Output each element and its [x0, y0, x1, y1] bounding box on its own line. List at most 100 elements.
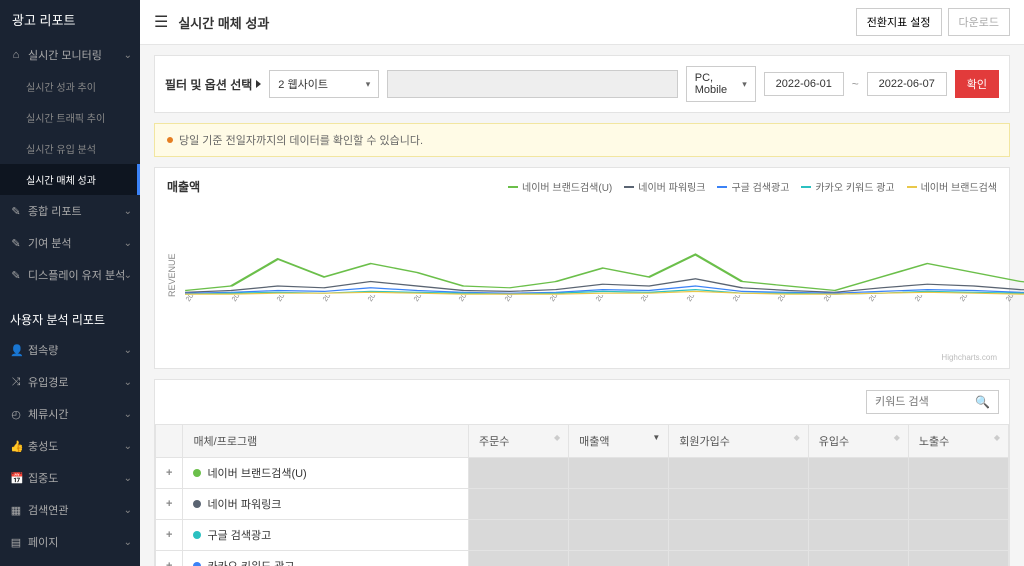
data-cell: [569, 489, 669, 520]
keyword-search: 🔍: [866, 390, 999, 414]
site-select[interactable]: 2 웹사이트: [269, 70, 379, 98]
chart-title: 매출액: [167, 178, 200, 195]
sidebar-item-visits[interactable]: 👤접속량: [0, 334, 140, 366]
media-name-cell: 네이버 브랜드검색(U): [183, 458, 469, 489]
table-header[interactable]: 매체/프로그램: [183, 425, 469, 458]
sidebar-item-realtime-perf-trend[interactable]: 실시간 성과 추이: [0, 71, 140, 102]
data-cell: [669, 489, 809, 520]
data-cell: [569, 551, 669, 566]
table-header[interactable]: 유입수: [808, 425, 908, 458]
data-cell: [669, 458, 809, 489]
conversion-settings-button[interactable]: 전환지표 설정: [856, 8, 942, 36]
page-title: 실시간 매체 성과: [178, 13, 269, 32]
data-cell: [908, 489, 1008, 520]
thumbsup-icon: 👍: [10, 440, 22, 453]
pencil-icon: ✎: [10, 269, 22, 282]
notice-banner: 당일 기준 전일자까지의 데이터를 확인할 수 있습니다.: [154, 123, 1010, 157]
media-name-cell: 네이버 파워링크: [183, 489, 469, 520]
data-cell: [469, 520, 569, 551]
sidebar-item-realtime-monitoring[interactable]: ⌂ 실시간 모니터링: [0, 39, 140, 71]
device-select[interactable]: PC, Mobile: [686, 66, 756, 102]
sidebar-item-label: 실시간 모니터링: [28, 47, 102, 63]
chart-plot[interactable]: 2022-06-01 002022-06-01 032022-06-01 062…: [185, 205, 1024, 345]
sidebar-item-realtime-traffic-trend[interactable]: 실시간 트래픽 추이: [0, 102, 140, 133]
table-row: +네이버 브랜드검색(U): [156, 458, 1009, 489]
data-cell: [808, 551, 908, 566]
sidebar-item-search-related[interactable]: ▦검색연관: [0, 494, 140, 526]
table-row: +구글 검색광고: [156, 520, 1009, 551]
search-icon[interactable]: 🔍: [967, 391, 998, 413]
table-row: +네이버 파워링크: [156, 489, 1009, 520]
color-dot-icon: [193, 531, 201, 539]
data-cell: [469, 458, 569, 489]
home-icon: ⌂: [10, 49, 22, 61]
page-icon: ▤: [10, 536, 22, 549]
pencil-icon: ✎: [10, 205, 22, 218]
color-dot-icon: [193, 500, 201, 508]
table-header[interactable]: 회원가입수: [669, 425, 809, 458]
sidebar-item-attribution[interactable]: ✎ 기여 분석: [0, 227, 140, 259]
sidebar-item-realtime-media-perf[interactable]: 실시간 매체 성과: [0, 164, 140, 195]
data-cell: [908, 458, 1008, 489]
date-from[interactable]: 2022-06-01: [764, 72, 844, 96]
table-header[interactable]: 매출액: [569, 425, 669, 458]
data-cell: [908, 551, 1008, 566]
data-cell: [908, 520, 1008, 551]
filter-extra-select[interactable]: [387, 70, 677, 98]
filter-label: 필터 및 옵션 선택: [165, 76, 261, 93]
sidebar-item-page[interactable]: ▤페이지: [0, 526, 140, 558]
data-cell: [808, 458, 908, 489]
data-cell: [808, 489, 908, 520]
sidebar-item-loyalty[interactable]: 👍충성도: [0, 430, 140, 462]
sidebar-title: 광고 리포트: [0, 0, 140, 39]
color-dot-icon: [193, 469, 201, 477]
table-panel: 🔍 매체/프로그램주문수매출액회원가입수유입수노출수 +네이버 브랜드검색(U)…: [154, 379, 1010, 566]
chart-xaxis-title: DAY: [185, 335, 1024, 345]
chart-panel: 매출액 네이버 브랜드검색(U) 네이버 파워링크 구글 검색광고 카카오 키워드 광…: [154, 167, 1010, 369]
data-cell: [808, 520, 908, 551]
sidebar-item-display-user[interactable]: ✎ 디스플레이 유저 분석: [0, 259, 140, 291]
data-cell: [469, 551, 569, 566]
legend-item[interactable]: 네이버 브랜드검색(U): [508, 179, 612, 194]
sidebar-item-product[interactable]: △상품: [0, 558, 140, 566]
data-cell: [469, 489, 569, 520]
sidebar-item-referrer[interactable]: ⤨유입경로: [0, 366, 140, 398]
media-name-cell: 구글 검색광고: [183, 520, 469, 551]
chart-credit: Highcharts.com: [155, 353, 1009, 368]
sidebar-item-concentration[interactable]: 📅집중도: [0, 462, 140, 494]
download-button[interactable]: 다운로드: [948, 8, 1010, 36]
grid-icon: ▦: [10, 504, 22, 517]
data-cell: [669, 520, 809, 551]
expand-button[interactable]: +: [156, 458, 183, 489]
chart-yaxis-label: REVENUE: [167, 205, 177, 345]
sidebar-item-realtime-inflow[interactable]: 실시간 유입 분석: [0, 133, 140, 164]
sidebar-item-dwell-time[interactable]: ◴체류시간: [0, 398, 140, 430]
hamburger-icon[interactable]: ☰: [154, 12, 168, 32]
filter-bar: 필터 및 옵션 선택 2 웹사이트 PC, Mobile 2022-06-01 …: [154, 55, 1010, 113]
legend-item[interactable]: 네이버 브랜드검색: [907, 179, 997, 194]
date-separator: ~: [852, 77, 859, 91]
media-name-cell: 카카오 키워드 광고: [183, 551, 469, 566]
legend-item[interactable]: 구글 검색광고: [717, 179, 789, 194]
legend-item[interactable]: 네이버 파워링크: [624, 179, 705, 194]
date-to[interactable]: 2022-06-07: [867, 72, 947, 96]
expand-button[interactable]: +: [156, 551, 183, 566]
sidebar-item-summary-report[interactable]: ✎ 종합 리포트: [0, 195, 140, 227]
expand-button[interactable]: +: [156, 520, 183, 551]
topbar: ☰ 실시간 매체 성과 전환지표 설정 다운로드: [140, 0, 1024, 45]
legend-item[interactable]: 카카오 키워드 광고: [801, 179, 894, 194]
shuffle-icon: ⤨: [10, 376, 22, 389]
clock-icon: ◴: [10, 408, 22, 421]
table-row: +카카오 키워드 광고: [156, 551, 1009, 566]
media-table: 매체/프로그램주문수매출액회원가입수유입수노출수 +네이버 브랜드검색(U)+네…: [155, 424, 1009, 566]
sidebar: 광고 리포트 ⌂ 실시간 모니터링 실시간 성과 추이 실시간 트래픽 추이 실…: [0, 0, 140, 566]
table-header[interactable]: 노출수: [908, 425, 1008, 458]
sidebar-section-user-analytics: 사용자 분석 리포트: [0, 299, 140, 334]
table-header[interactable]: 주문수: [469, 425, 569, 458]
chart-legend: 네이버 브랜드검색(U) 네이버 파워링크 구글 검색광고 카카오 키워드 광고 네이버…: [508, 179, 997, 194]
data-cell: [569, 458, 669, 489]
pencil-icon: ✎: [10, 237, 22, 250]
keyword-search-input[interactable]: [867, 391, 967, 413]
expand-button[interactable]: +: [156, 489, 183, 520]
confirm-button[interactable]: 확인: [955, 70, 999, 98]
